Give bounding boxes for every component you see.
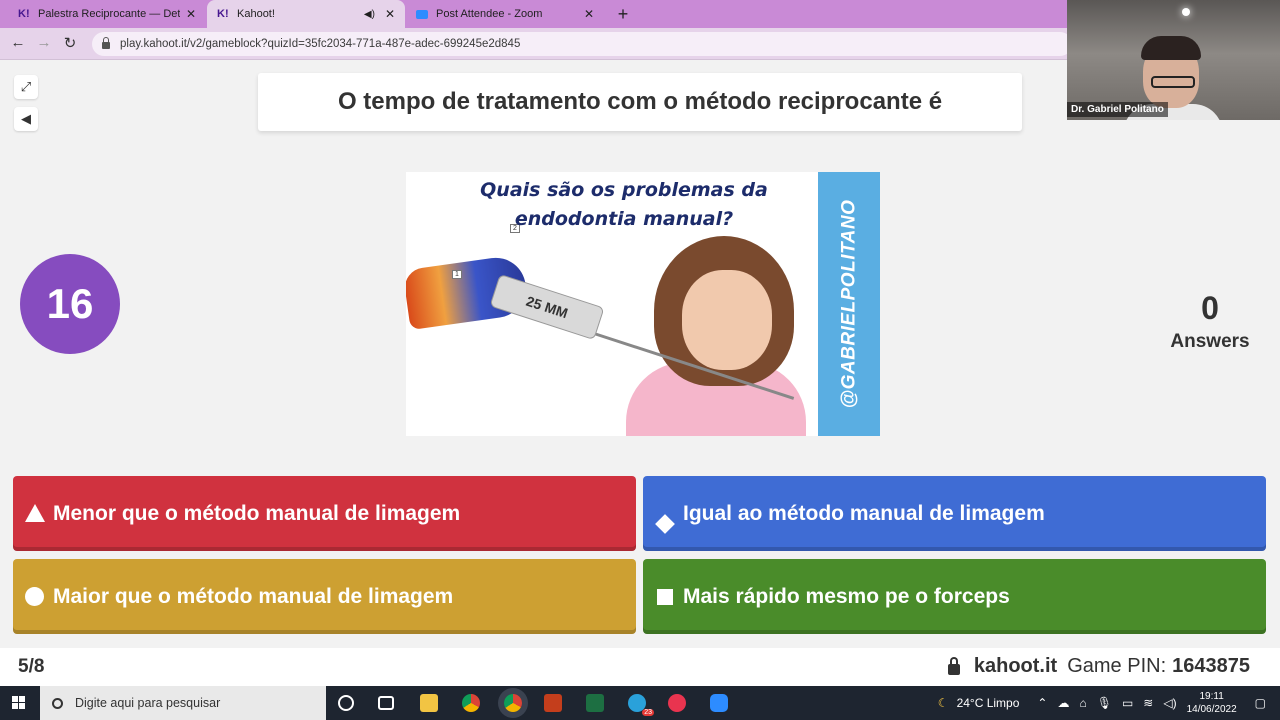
volume-tray-icon[interactable]: ◁) xyxy=(1163,696,1176,710)
powerpoint-icon[interactable] xyxy=(544,694,562,712)
network-icon[interactable]: ⌂ xyxy=(1079,696,1086,710)
forward-icon[interactable]: → xyxy=(34,34,54,51)
cloud-icon[interactable]: ☁ xyxy=(1057,696,1069,710)
new-tab-button[interactable]: + xyxy=(612,3,634,25)
clock-date: 14/06/2022 xyxy=(1186,704,1237,715)
zoom-video-feed: Dr. Gabriel Politano xyxy=(1067,0,1280,120)
question-progress: 5/8 xyxy=(18,656,45,677)
triangle-icon xyxy=(25,503,45,522)
chrome-icon[interactable] xyxy=(462,694,480,712)
lock-icon xyxy=(102,37,110,49)
kahoot-brand: kahoot.it xyxy=(973,655,1058,677)
answer-yellow[interactable]: Maior que o método manual de limagem xyxy=(13,559,636,634)
url-field[interactable]: play.kahoot.it/v2/gameblock?quizId=35fc2… xyxy=(92,32,1072,56)
countdown-timer: 16 xyxy=(20,254,120,354)
chevron-up-icon[interactable]: ⌃ xyxy=(1037,696,1047,710)
ceiling-light xyxy=(1182,8,1190,16)
pin-label: Game PIN: xyxy=(1067,655,1167,677)
instagram-handle: @GABRIELPOLITANO xyxy=(838,199,859,409)
diamond-icon xyxy=(655,513,675,534)
answers-number: 0 xyxy=(1201,290,1219,326)
endo-file-handle: 25 MM xyxy=(489,273,605,341)
answers-counter: 0 Answers xyxy=(1160,290,1260,353)
microphone-icon[interactable]: 🎙 xyxy=(1097,696,1112,710)
answer-blue[interactable]: Igual ao método manual de limagem xyxy=(643,476,1266,551)
answer-green[interactable]: Mais rápido mesmo pe o forceps xyxy=(643,559,1266,634)
game-pin-area: kahoot.it Game PIN: 1643875 xyxy=(947,655,1250,678)
url-text: play.kahoot.it/v2/gameblock?quizId=35fc2… xyxy=(120,38,521,50)
weather-text[interactable]: 24°C Limpo xyxy=(957,696,1020,710)
clock-time: 19:11 xyxy=(1199,691,1224,702)
moon-icon: ☾ xyxy=(937,696,949,710)
side-band-text: @GABRIELPOLITANO xyxy=(818,172,880,436)
image-caption: Quais são os problemas da endodontia man… xyxy=(454,176,794,234)
lock-icon xyxy=(947,656,960,675)
windows-taskbar: Digite aqui para pesquisar 23 ☾ 24°C Lim… xyxy=(0,686,1280,720)
tab-palestra[interactable]: K! Palestra Reciprocante — Detalhe ✕ xyxy=(8,0,206,28)
back-icon[interactable]: ← xyxy=(8,34,28,51)
excel-icon[interactable] xyxy=(586,694,604,712)
participant-hair xyxy=(1141,36,1201,60)
chrome-active-icon[interactable] xyxy=(504,694,522,712)
telegram-badge: 23 xyxy=(642,709,654,716)
circle-icon xyxy=(25,586,44,606)
zoom-icon xyxy=(416,9,428,19)
square-icon xyxy=(657,588,673,605)
answer-text: Maior que o método manual de limagem xyxy=(53,584,454,608)
answers-label: Answers xyxy=(1170,331,1250,352)
tab-title: Kahoot! xyxy=(237,8,275,20)
answer-text: Mais rápido mesmo pe o forceps xyxy=(683,584,1010,608)
windows-start-icon[interactable] xyxy=(12,696,26,710)
tab-title: Post Attendee - Zoom xyxy=(436,8,543,20)
reload-icon[interactable]: ↻ xyxy=(60,34,80,52)
answer-text: Igual ao método manual de limagem xyxy=(683,501,1045,525)
search-icon xyxy=(52,697,63,709)
tab-kahoot[interactable]: K! Kahoot! ◀) ✕ xyxy=(207,0,405,28)
search-placeholder: Digite aqui para pesquisar xyxy=(75,696,221,710)
taskbar-search-box[interactable]: Digite aqui para pesquisar xyxy=(40,686,326,720)
caption-line: endodontia manual? xyxy=(514,208,734,230)
answer-text: Menor que o método manual de limagem xyxy=(53,501,461,525)
annotation-tag: 1 xyxy=(452,270,462,279)
notifications-icon[interactable]: ▢ xyxy=(1255,696,1266,710)
close-tab-icon[interactable]: ✕ xyxy=(584,7,594,21)
kahoot-icon: K! xyxy=(18,8,30,20)
cortana-icon[interactable] xyxy=(338,695,354,711)
clock[interactable]: 19:11 14/06/2022 xyxy=(1187,690,1237,716)
answer-red[interactable]: Menor que o método manual de limagem xyxy=(13,476,636,551)
tab-zoom[interactable]: Post Attendee - Zoom ✕ xyxy=(406,0,604,28)
tab-title: Palestra Reciprocante — Detalhe xyxy=(38,8,180,20)
girl-illustration-face xyxy=(682,270,772,370)
zoom-taskbar-icon[interactable] xyxy=(710,694,728,712)
close-tab-icon[interactable]: ✕ xyxy=(186,7,196,21)
telegram-icon[interactable]: 23 xyxy=(628,694,654,716)
close-tab-icon[interactable]: ✕ xyxy=(385,7,395,21)
app-icon[interactable] xyxy=(668,694,686,712)
battery-icon[interactable]: ▭ xyxy=(1122,696,1133,710)
participant-name: Dr. Gabriel Politano xyxy=(1067,102,1168,117)
game-footer: 5/8 kahoot.it Game PIN: 1643875 xyxy=(0,648,1280,686)
participant-glasses xyxy=(1151,76,1195,88)
fullscreen-icon[interactable]: ⤢ xyxy=(14,75,38,99)
speaker-icon[interactable]: ◀) xyxy=(364,9,375,20)
volume-icon[interactable]: ◀ xyxy=(14,107,38,131)
task-view-icon[interactable] xyxy=(378,696,394,710)
wifi-icon[interactable]: ≋ xyxy=(1143,696,1153,710)
file-explorer-icon[interactable] xyxy=(420,694,438,712)
caption-line: Quais são os problemas da xyxy=(480,179,768,201)
question-image: 25 MM 1 2 Quais são os problemas da endo… xyxy=(406,172,880,436)
question-title: O tempo de tratamento com o método recip… xyxy=(258,73,1022,131)
kahoot-icon: K! xyxy=(217,8,229,20)
game-pin: 1643875 xyxy=(1172,655,1250,677)
system-tray: ☾ 24°C Limpo ⌃ ☁ ⌂ 🎙 ▭ ≋ ◁) 19:11 14/06/… xyxy=(938,686,1280,720)
